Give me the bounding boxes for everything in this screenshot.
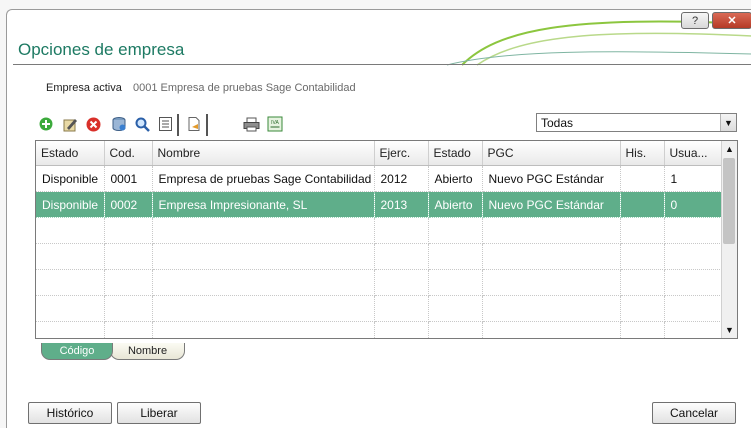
help-button[interactable]: ? bbox=[681, 12, 709, 29]
tab-codigo[interactable]: Código bbox=[41, 343, 113, 360]
document-button[interactable] bbox=[184, 114, 204, 134]
column-header-cod[interactable]: Cod. bbox=[104, 141, 153, 166]
cell-estado: Disponible bbox=[36, 191, 105, 218]
options-dialog: Opciones de empresa ? ✕ Empresa activa 0… bbox=[6, 9, 751, 428]
database-button[interactable] bbox=[109, 114, 129, 134]
column-header-usuarios[interactable]: Usua... bbox=[664, 141, 724, 166]
delete-button[interactable] bbox=[83, 114, 103, 134]
cell-usuarios: 0 bbox=[664, 191, 724, 218]
edit-button[interactable] bbox=[60, 114, 80, 134]
cell-estado-ejercicio: Abierto bbox=[428, 191, 483, 218]
company-filter-value: Todas bbox=[541, 116, 574, 130]
add-button[interactable] bbox=[36, 114, 56, 134]
close-icon: ✕ bbox=[727, 15, 737, 27]
scroll-up-icon[interactable]: ▲ bbox=[722, 141, 737, 157]
list-icon bbox=[158, 117, 172, 131]
help-icon: ? bbox=[691, 14, 699, 27]
dialog-title: Opciones de empresa bbox=[18, 40, 185, 59]
empty-row[interactable] bbox=[36, 217, 724, 244]
iva-button[interactable]: IVA bbox=[265, 114, 285, 134]
column-header-ejerc[interactable]: Ejerc. bbox=[374, 141, 429, 166]
active-company-label: Empresa activa bbox=[46, 82, 122, 94]
cell-usuarios: 1 bbox=[664, 165, 724, 192]
scroll-down-icon[interactable]: ▼ bbox=[722, 322, 737, 338]
companies-table: Estado Cod. Nombre Ejerc. Estado PGC His… bbox=[36, 141, 724, 338]
active-company-value: 0001 Empresa de pruebas Sage Contabilida… bbox=[133, 82, 356, 94]
cell-cod: 0001 bbox=[104, 165, 153, 192]
cell-nombre: Empresa Impresionante, SL bbox=[152, 191, 375, 218]
column-header-estado[interactable]: Estado bbox=[36, 141, 105, 166]
column-header-estado-ejercicio[interactable]: Estado bbox=[428, 141, 483, 166]
empty-row[interactable] bbox=[36, 243, 724, 270]
cell-estado-ejercicio: Abierto bbox=[428, 165, 483, 192]
empty-row[interactable] bbox=[36, 269, 724, 296]
search-button[interactable] bbox=[132, 114, 152, 134]
list-button[interactable] bbox=[155, 114, 175, 134]
table-row[interactable]: Disponible 0001 Empresa de pruebas Sage … bbox=[36, 165, 724, 192]
companies-grid: Estado Cod. Nombre Ejerc. Estado PGC His… bbox=[35, 140, 738, 339]
cell-nombre: Empresa de pruebas Sage Contabilidad bbox=[152, 165, 375, 192]
document-icon bbox=[188, 117, 200, 131]
iva-icon: IVA bbox=[267, 116, 283, 132]
cancelar-button[interactable]: Cancelar bbox=[652, 402, 736, 424]
grid-vertical-scrollbar[interactable]: ▲ ▼ bbox=[721, 141, 737, 338]
empty-row[interactable] bbox=[36, 321, 724, 338]
close-button[interactable]: ✕ bbox=[712, 12, 751, 29]
historico-button[interactable]: Histórico bbox=[28, 402, 112, 424]
scrollbar-thumb[interactable] bbox=[723, 158, 735, 244]
edit-icon bbox=[63, 119, 77, 132]
column-header-nombre[interactable]: Nombre bbox=[152, 141, 375, 166]
add-icon bbox=[39, 117, 53, 131]
cell-ejerc: 2013 bbox=[374, 191, 429, 218]
empty-row[interactable] bbox=[36, 295, 724, 322]
print-button[interactable] bbox=[241, 114, 261, 134]
cell-ejerc: 2012 bbox=[374, 165, 429, 192]
svg-text:IVA: IVA bbox=[271, 120, 279, 126]
cell-pgc: Nuevo PGC Estándar bbox=[482, 191, 621, 218]
chevron-down-icon[interactable]: ▼ bbox=[720, 114, 736, 131]
database-icon bbox=[112, 117, 126, 132]
cell-pgc: Nuevo PGC Estándar bbox=[482, 165, 621, 192]
liberar-button[interactable]: Liberar bbox=[117, 402, 201, 424]
column-header-his[interactable]: His. bbox=[620, 141, 665, 166]
title-divider bbox=[13, 64, 751, 65]
cell-estado: Disponible bbox=[36, 165, 105, 192]
grid-header-row: Estado Cod. Nombre Ejerc. Estado PGC His… bbox=[36, 141, 724, 166]
delete-icon bbox=[86, 117, 100, 131]
cell-his bbox=[620, 191, 665, 218]
tab-nombre[interactable]: Nombre bbox=[110, 343, 185, 360]
company-filter-select[interactable]: Todas ▼ bbox=[536, 113, 737, 132]
cell-cod: 0002 bbox=[104, 191, 153, 218]
table-row-selected[interactable]: Disponible 0002 Empresa Impresionante, S… bbox=[36, 191, 724, 218]
toolbar-separator bbox=[177, 114, 179, 136]
toolbar-separator bbox=[206, 114, 208, 136]
search-icon bbox=[135, 117, 150, 132]
column-header-pgc[interactable]: PGC bbox=[482, 141, 621, 166]
cell-his bbox=[620, 165, 665, 192]
print-icon bbox=[243, 117, 259, 131]
